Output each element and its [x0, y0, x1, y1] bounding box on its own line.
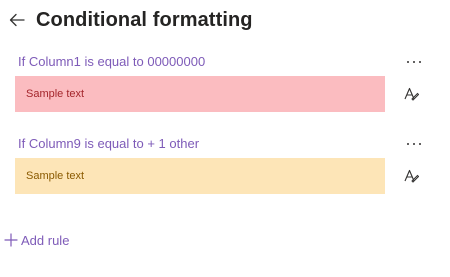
- rule-2-sample-text: Sample text: [26, 170, 85, 182]
- rule-1-sample-text: Sample text: [26, 88, 85, 100]
- rule-1-format-button[interactable]: [402, 85, 420, 103]
- add-rule-label: Add rule: [21, 232, 70, 248]
- plus-icon: [4, 233, 18, 247]
- add-rule-button[interactable]: Add rule: [4, 231, 69, 249]
- more-options-icon: [407, 143, 421, 145]
- rule-title-2[interactable]: If Column9 is equal to + 1 other: [18, 136, 199, 151]
- more-options-icon: [407, 61, 421, 63]
- back-button[interactable]: [8, 11, 26, 29]
- header: Conditional formatting: [8, 6, 253, 34]
- format-painter-icon: [404, 87, 419, 101]
- conditional-formatting-panel: Conditional formatting If Column1 is equ…: [0, 0, 450, 277]
- page-title: Conditional formatting: [36, 8, 253, 31]
- rule-2-sample: Sample text: [15, 158, 385, 194]
- rule-title-1[interactable]: If Column1 is equal to 00000000: [18, 54, 205, 69]
- arrow-left-icon: [9, 13, 25, 27]
- format-painter-icon: [404, 169, 419, 183]
- rule-1-sample: Sample text: [15, 76, 385, 112]
- rule-1-more-button[interactable]: [404, 55, 424, 69]
- rule-2-more-button[interactable]: [404, 137, 424, 151]
- rule-2-format-button[interactable]: [402, 167, 420, 185]
